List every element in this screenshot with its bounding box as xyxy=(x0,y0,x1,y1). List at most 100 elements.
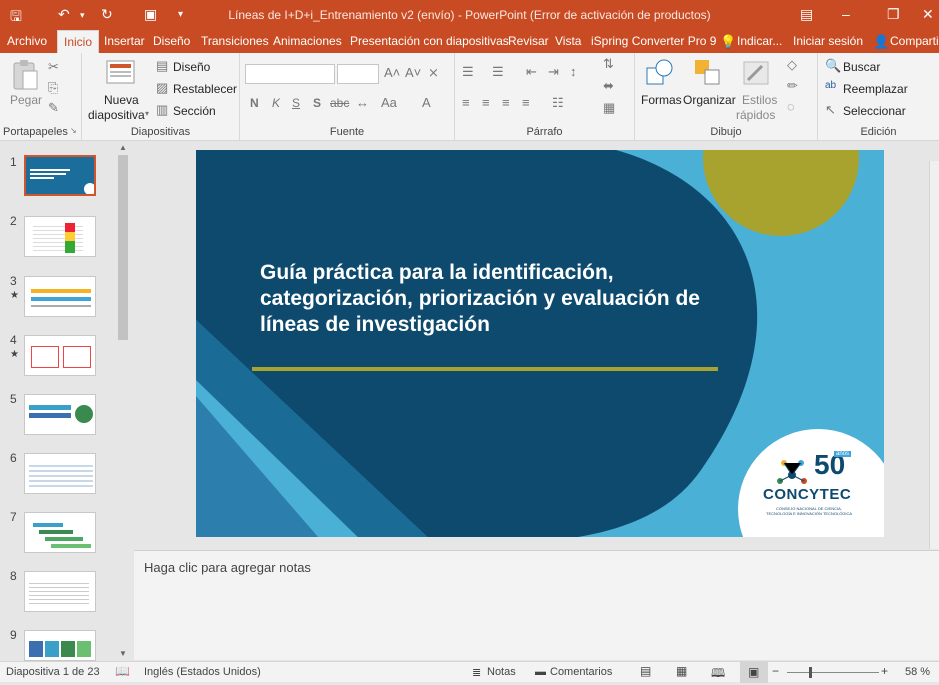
zoom-level[interactable]: 58 % xyxy=(905,666,930,678)
section-button[interactable]: Sección xyxy=(173,104,216,118)
format-painter-icon[interactable]: ✎ xyxy=(48,100,59,116)
tab-animaciones[interactable]: Animaciones xyxy=(273,30,342,53)
decrease-font-icon[interactable]: A˅ xyxy=(405,65,421,80)
bullets-icon[interactable]: ☰ xyxy=(462,64,474,80)
language-indicator[interactable]: Inglés (Estados Unidos) xyxy=(144,666,261,678)
slide-sorter-icon[interactable]: ▦ xyxy=(676,664,687,678)
tab-vista[interactable]: Vista xyxy=(555,30,581,53)
scroll-up-icon[interactable]: ▲ xyxy=(119,143,127,152)
replace-button[interactable]: Reemplazar xyxy=(843,82,908,96)
slide-thumbnail[interactable] xyxy=(24,216,96,257)
slide-thumbnail[interactable] xyxy=(24,512,96,553)
share-button[interactable]: Compartir xyxy=(890,30,939,53)
tab-inicio[interactable]: Inicio xyxy=(57,30,100,53)
paste-button[interactable]: Pegar xyxy=(10,93,42,107)
clear-format-icon[interactable]: ⨯ xyxy=(428,65,439,81)
slide-thumbnail[interactable] xyxy=(24,335,96,376)
slide-thumbnail[interactable] xyxy=(24,394,96,435)
shape-outline-icon[interactable]: ✏ xyxy=(787,78,798,94)
slide-thumbnail[interactable] xyxy=(24,453,96,494)
tab-diseno[interactable]: Diseño xyxy=(153,30,190,53)
align-left-icon[interactable]: ≡ xyxy=(462,95,470,110)
text-direction-icon[interactable]: ⇅ xyxy=(603,56,614,72)
arrange-button[interactable]: Organizar xyxy=(683,93,736,107)
notes-pane[interactable]: Haga clic para agregar notas xyxy=(134,550,939,660)
justify-icon[interactable]: ≡ xyxy=(522,95,530,110)
change-case-icon[interactable]: Aa xyxy=(381,95,397,110)
tab-transiciones[interactable]: Transiciones xyxy=(201,30,269,53)
tab-presentacion[interactable]: Presentación con diapositivas xyxy=(350,30,509,53)
logo-badge: años xyxy=(834,451,852,457)
tab-insertar[interactable]: Insertar xyxy=(104,30,145,53)
copy-icon[interactable]: ⎘ xyxy=(48,80,58,96)
tell-me-box[interactable]: Indicar... xyxy=(737,30,782,53)
smartart-icon[interactable]: ▦ xyxy=(603,100,615,116)
scroll-down-icon[interactable]: ▼ xyxy=(119,649,127,658)
arrange-icon[interactable] xyxy=(693,58,723,88)
italic-button[interactable]: K xyxy=(272,96,280,110)
tab-ispring[interactable]: iSpring Converter Pro 9 xyxy=(591,30,716,53)
tab-archivo[interactable]: Archivo xyxy=(7,30,47,53)
new-slide-label-2[interactable]: diapositiva xyxy=(88,108,145,122)
find-button[interactable]: Buscar xyxy=(843,60,880,74)
char-spacing-icon[interactable]: ↔ xyxy=(356,95,369,110)
increase-font-icon[interactable]: A˄ xyxy=(384,65,400,80)
close-icon[interactable]: ✕ xyxy=(922,6,934,23)
shape-effects-icon[interactable]: ◌ xyxy=(787,99,795,114)
bold-button[interactable]: N xyxy=(250,96,259,110)
shadow-button[interactable]: S xyxy=(313,96,321,110)
new-slide-dropdown-icon[interactable]: ▾ xyxy=(145,109,149,118)
slide-thumbnail[interactable] xyxy=(24,155,96,196)
notes-toggle-button[interactable]: Notas xyxy=(487,666,516,678)
dialog-launcher-icon[interactable]: ↘ xyxy=(70,126,77,135)
shapes-icon[interactable] xyxy=(645,58,675,88)
zoom-slider[interactable] xyxy=(787,672,879,673)
zoom-out-icon[interactable]: − xyxy=(772,664,779,678)
font-name-box[interactable] xyxy=(245,64,335,84)
increase-indent-icon[interactable]: ⇥ xyxy=(548,64,559,80)
slide-thumbnail[interactable] xyxy=(24,630,96,661)
quick-styles-label-2[interactable]: rápidos xyxy=(736,108,775,122)
layout-button[interactable]: Diseño xyxy=(173,60,210,74)
select-button[interactable]: Seleccionar xyxy=(843,104,906,118)
shapes-button[interactable]: Formas xyxy=(641,93,682,107)
comments-button[interactable]: Comentarios xyxy=(550,666,612,678)
strikethrough-button[interactable]: abc xyxy=(330,96,349,110)
new-slide-label-1[interactable]: Nueva xyxy=(104,93,139,107)
slide-thumbnail[interactable] xyxy=(24,276,96,317)
comments-icon[interactable]: ▬ xyxy=(535,666,546,678)
slide-title[interactable]: Guía práctica para la identificación, ca… xyxy=(260,260,760,338)
shape-fill-icon[interactable]: ◇ xyxy=(787,57,797,73)
align-text-icon[interactable]: ⬌ xyxy=(603,78,614,94)
zoom-in-icon[interactable]: + xyxy=(881,664,888,678)
align-right-icon[interactable]: ≡ xyxy=(502,95,510,110)
line-spacing-icon[interactable]: ↕ xyxy=(570,64,577,79)
cut-icon[interactable]: ✂ xyxy=(48,59,59,75)
slide-canvas[interactable]: Guía práctica para la identificación, ca… xyxy=(196,150,884,537)
font-size-box[interactable] xyxy=(337,64,379,84)
ribbon-display-icon[interactable]: ▤ xyxy=(800,6,813,23)
paste-icon[interactable] xyxy=(11,59,39,91)
presenter-view-icon[interactable]: ▣ xyxy=(740,662,768,683)
zoom-slider-thumb[interactable] xyxy=(809,667,812,678)
normal-view-icon[interactable]: ▤ xyxy=(640,664,651,678)
numbering-icon[interactable]: ☰ xyxy=(492,64,504,80)
quick-styles-icon[interactable] xyxy=(742,58,772,88)
notes-toggle-icon[interactable]: ≣ xyxy=(472,666,481,679)
slide-thumbnail[interactable] xyxy=(24,571,96,612)
quick-styles-label-1[interactable]: Estilos xyxy=(742,93,777,107)
minimize-icon[interactable]: – xyxy=(842,6,850,22)
sign-in-link[interactable]: Iniciar sesión xyxy=(793,30,863,53)
tab-revisar[interactable]: Revisar xyxy=(508,30,549,53)
scrollbar-thumb[interactable] xyxy=(118,155,128,340)
spellcheck-icon[interactable]: 📖 xyxy=(115,664,130,678)
reset-button[interactable]: Restablecer xyxy=(173,82,237,96)
restore-icon[interactable]: ❐ xyxy=(887,6,900,23)
notes-placeholder[interactable]: Haga clic para agregar notas xyxy=(144,560,311,575)
new-slide-icon[interactable] xyxy=(106,59,136,85)
decrease-indent-icon[interactable]: ⇤ xyxy=(526,64,537,80)
columns-icon[interactable]: ☷ xyxy=(552,95,564,111)
font-color-icon[interactable]: A xyxy=(422,95,431,110)
align-center-icon[interactable]: ≡ xyxy=(482,95,490,110)
underline-button[interactable]: S xyxy=(292,96,300,110)
